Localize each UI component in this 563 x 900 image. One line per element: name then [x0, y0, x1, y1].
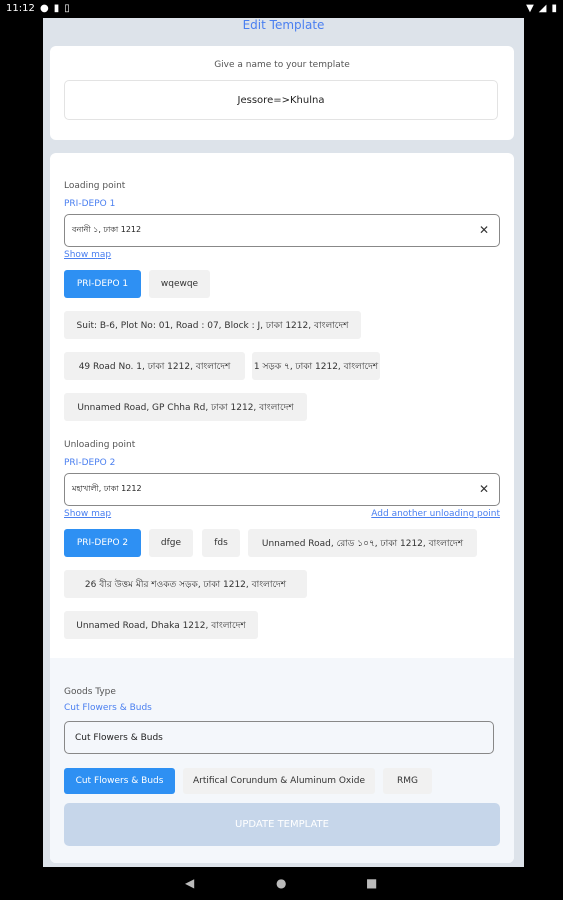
goods-chip[interactable]: Cut Flowers & Buds — [64, 768, 175, 794]
home-icon[interactable]: ● — [276, 876, 286, 890]
signal-icon: ◢ — [538, 3, 547, 14]
unloading-search-value: মহাখালী, ঢাকা 1212 — [72, 484, 142, 493]
unloading-point-selected: PRI-DEPO 2 — [64, 458, 116, 468]
page-title: Edit Template — [242, 18, 325, 32]
template-name-input[interactable]: Jessore=>Khulna — [64, 80, 498, 120]
recents-icon[interactable]: ■ — [366, 876, 377, 890]
unloading-chip[interactable]: Unnamed Road, রোড ১০৭, ঢাকা 1212, বাংলাদ… — [248, 529, 477, 557]
loading-chip[interactable]: PRI-DEPO 1 — [64, 270, 141, 298]
unloading-chip[interactable]: 26 বীর উত্তম মীর শওকত সড়ক, ঢাকা 1212, ব… — [64, 570, 307, 598]
clear-icon[interactable]: ✕ — [479, 223, 489, 237]
unloading-search-input[interactable]: মহাখালী, ঢাকা 1212 ✕ — [64, 473, 500, 506]
loading-show-map-link[interactable]: Show map — [64, 250, 111, 260]
unloading-chip[interactable]: Unnamed Road, Dhaka 1212, বাংলাদেশ — [64, 611, 258, 639]
add-unloading-point-link[interactable]: Add another unloading point — [371, 509, 500, 519]
clear-icon[interactable]: ✕ — [479, 482, 489, 496]
battery-icon: ▮ — [551, 3, 557, 14]
loading-chip[interactable]: Unnamed Road, GP Chha Rd, ঢাকা 1212, বাং… — [64, 393, 307, 421]
navigation-bar: ◀ ● ■ — [0, 867, 563, 900]
goods-type-label: Goods Type — [64, 687, 116, 697]
loading-point-label: Loading point — [64, 181, 126, 191]
route-card: Loading point PRI-DEPO 1 বনানী ১, ঢাকা 1… — [50, 153, 514, 863]
loading-point-selected: PRI-DEPO 1 — [64, 199, 116, 209]
chat-icon: ● — [40, 3, 49, 14]
goods-chip[interactable]: RMG — [383, 768, 432, 794]
back-icon[interactable]: ◀ — [185, 876, 194, 890]
loading-chip[interactable]: wqewqe — [149, 270, 210, 298]
unloading-point-label: Unloading point — [64, 440, 136, 450]
unloading-show-map-link[interactable]: Show map — [64, 509, 111, 519]
loading-search-value: বনানী ১, ঢাকা 1212 — [72, 225, 142, 234]
status-bar: 11:12 ● ▮ ▯ ▼ ◢ ▮ — [0, 0, 563, 18]
app-window: Edit Template Give a name to your templa… — [0, 18, 563, 867]
template-name-label: Give a name to your template — [214, 60, 350, 70]
template-name-card: Give a name to your template Jessore=>Kh… — [50, 46, 514, 140]
loading-chip[interactable]: 1 সড়ক ৭, ঢাকা 1212, বাংলাদেশ — [252, 352, 380, 380]
unloading-chip[interactable]: dfge — [149, 529, 193, 557]
unloading-chip[interactable]: PRI-DEPO 2 — [64, 529, 141, 557]
storage-icon: ▯ — [64, 3, 70, 14]
update-template-button[interactable]: UPDATE TEMPLATE — [64, 803, 500, 846]
sim-icon: ▮ — [53, 3, 60, 14]
goods-type-input[interactable]: Cut Flowers & Buds — [64, 721, 494, 754]
goods-chip[interactable]: Artifical Corundum & Aluminum Oxide — [183, 768, 375, 794]
loading-chip[interactable]: Suit: B-6, Plot No: 01, Road : 07, Block… — [64, 311, 361, 339]
loading-search-input[interactable]: বনানী ১, ঢাকা 1212 ✕ — [64, 214, 500, 247]
goods-type-selected: Cut Flowers & Buds — [64, 703, 152, 713]
edit-template-sheet: Edit Template Give a name to your templa… — [43, 18, 524, 867]
loading-chip[interactable]: 49 Road No. 1, ঢাকা 1212, বাংলাদেশ — [64, 352, 245, 380]
wifi-icon: ▼ — [526, 3, 534, 14]
unloading-chip[interactable]: fds — [202, 529, 240, 557]
status-time: 11:12 — [6, 3, 35, 14]
